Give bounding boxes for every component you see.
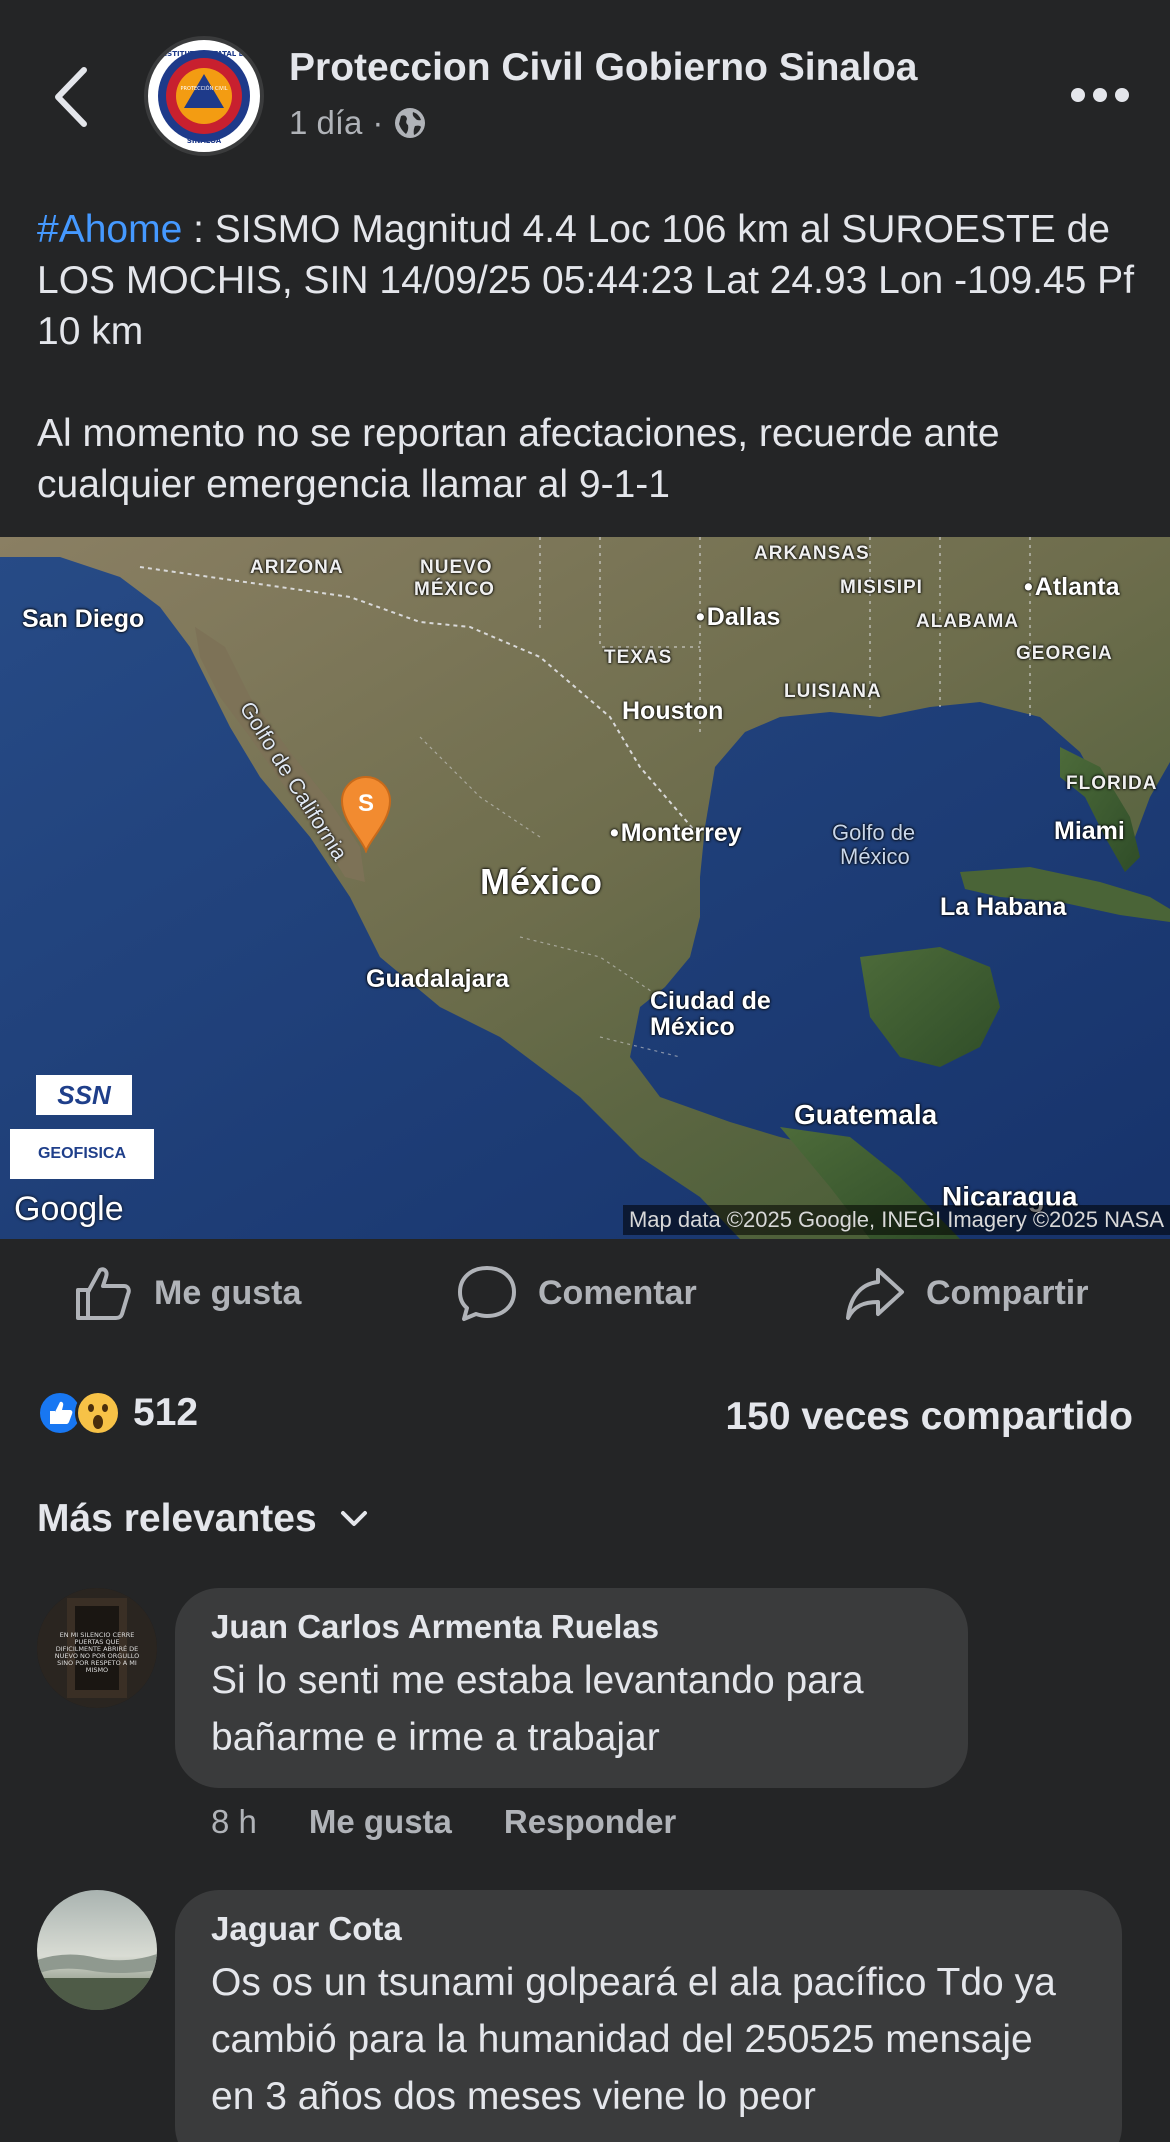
label-monterrey: Monterrey xyxy=(610,819,742,848)
share-label: Compartir xyxy=(926,1273,1089,1312)
sort-label: Más relevantes xyxy=(37,1497,317,1540)
post-meta: 1 día · xyxy=(289,104,427,142)
share-button[interactable]: Compartir xyxy=(844,1262,1088,1324)
label-houston: Houston xyxy=(622,697,724,725)
shares-count[interactable]: 150 veces compartido xyxy=(725,1395,1133,1439)
label-alabama: ALABAMA xyxy=(916,611,1020,632)
comment-button[interactable]: Comentar xyxy=(456,1262,697,1324)
label-mexico-country: México xyxy=(480,861,603,902)
comment-bubble-icon xyxy=(458,1266,516,1321)
geofisica-logo: GEOFISICA xyxy=(10,1129,154,1179)
reactions-summary[interactable]: 512 xyxy=(37,1390,198,1436)
comment-author[interactable]: Jaguar Cota xyxy=(211,1910,1086,1948)
label-guadalajara: Guadalajara xyxy=(366,965,510,993)
like-button[interactable]: Me gusta xyxy=(72,1262,301,1324)
back-chevron-icon[interactable] xyxy=(48,62,94,132)
comment-reply-button[interactable]: Responder xyxy=(504,1803,676,1841)
label-nuevo-mexico-1: NUEVO xyxy=(420,557,493,578)
label-la-habana: La Habana xyxy=(940,893,1067,921)
reaction-count: 512 xyxy=(133,1391,199,1434)
action-bar: Me gusta Comentar Compartir xyxy=(0,1262,1170,1338)
wow-reaction-icon xyxy=(75,1390,121,1436)
svg-text:S: S xyxy=(358,790,374,817)
avatar-image xyxy=(37,1890,157,2010)
comment-sort-dropdown[interactable]: Más relevantes xyxy=(37,1497,369,1541)
map-image[interactable]: ARIZONA NUEVO MÉXICO ARKANSAS MISISIPI A… xyxy=(0,537,1170,1239)
comment-author[interactable]: Juan Carlos Armenta Ruelas xyxy=(211,1608,932,1646)
ssn-logo: SSN xyxy=(36,1075,132,1115)
post-text-line1: : SISMO Magnitud 4.4 Loc 106 km al SUROE… xyxy=(37,208,1135,353)
label-atlanta: Atlanta xyxy=(1024,573,1120,602)
globe-icon xyxy=(395,108,426,138)
post-time[interactable]: 1 día xyxy=(289,104,362,142)
label-cdmx-2: México xyxy=(650,1013,735,1041)
proteccion-civil-logo: INSTITUTO ESTATAL DE PROTECCIÓN CIVIL SI… xyxy=(150,42,258,150)
svg-text:SINALOA: SINALOA xyxy=(187,137,222,145)
label-florida: FLORIDA xyxy=(1066,773,1158,794)
more-options-icon[interactable] xyxy=(1070,84,1130,106)
label-nuevo-mexico-2: MÉXICO xyxy=(414,579,495,600)
comment-text: Os os un tsunami golpeará el ala pacífic… xyxy=(211,1961,1056,2118)
label-texas: TEXAS xyxy=(604,647,673,668)
post-header: INSTITUTO ESTATAL DE PROTECCIÓN CIVIL SI… xyxy=(0,0,1170,190)
label-luisiana: LUISIANA xyxy=(784,681,882,702)
label-misisipi: MISISIPI xyxy=(840,577,923,598)
post-paragraph-2: Al momento no se reportan afectaciones, … xyxy=(37,412,1000,506)
svg-text:INSTITUTO ESTATAL DE: INSTITUTO ESTATAL DE xyxy=(159,50,250,58)
comment-bubble[interactable]: Jaguar Cota Os os un tsunami golpeará el… xyxy=(175,1890,1122,2142)
avatar-image: EN MI SILENCIO CERRE PUERTAS QUE DIFICIL… xyxy=(37,1588,157,1708)
label-golfo-mexico-1: Golfo de xyxy=(832,820,916,845)
svg-text:PROTECCIÓN CIVIL: PROTECCIÓN CIVIL xyxy=(180,85,227,92)
hashtag-link[interactable]: #Ahome xyxy=(37,208,182,251)
share-arrow-icon xyxy=(846,1268,904,1320)
epicenter-marker-icon[interactable]: S xyxy=(338,773,394,853)
label-san-diego: San Diego xyxy=(22,605,145,633)
thumbs-up-icon xyxy=(76,1267,131,1320)
post-body: #Ahome : SISMO Magnitud 4.4 Loc 106 km a… xyxy=(37,204,1137,561)
like-label: Me gusta xyxy=(154,1273,302,1312)
comment-bubble[interactable]: Juan Carlos Armenta Ruelas Si lo senti m… xyxy=(175,1588,968,1788)
label-miami: Miami xyxy=(1054,817,1125,845)
comment-label: Comentar xyxy=(538,1273,697,1312)
label-golfo-mexico-2: México xyxy=(840,844,910,869)
page-avatar[interactable]: INSTITUTO ESTATAL DE PROTECCIÓN CIVIL SI… xyxy=(144,36,264,156)
page-name[interactable]: Proteccion Civil Gobierno Sinaloa xyxy=(289,46,917,90)
label-arizona: ARIZONA xyxy=(250,557,344,578)
comment-avatar[interactable]: EN MI SILENCIO CERRE PUERTAS QUE DIFICIL… xyxy=(37,1588,157,1708)
map-attribution: Map data ©2025 Google, INEGI Imagery ©20… xyxy=(622,1205,1170,1235)
meta-separator: · xyxy=(372,104,384,141)
post-paragraph-1: #Ahome : SISMO Magnitud 4.4 Loc 106 km a… xyxy=(37,204,1137,357)
comment-meta: 8 h Me gusta Responder xyxy=(211,1803,676,1841)
comment-like-button[interactable]: Me gusta xyxy=(309,1803,452,1841)
google-logo: Google xyxy=(14,1190,124,1228)
label-dallas: Dallas xyxy=(696,603,781,632)
comment-text: Si lo senti me estaba levantando para ba… xyxy=(211,1659,864,1759)
comment-time[interactable]: 8 h xyxy=(211,1803,257,1841)
label-georgia: GEORGIA xyxy=(1016,643,1113,664)
label-arkansas: ARKANSAS xyxy=(754,543,870,564)
chevron-down-icon xyxy=(340,1511,367,1526)
label-cdmx-1: Ciudad de xyxy=(650,987,771,1015)
comment-avatar[interactable] xyxy=(37,1890,157,2010)
label-guatemala: Guatemala xyxy=(794,1099,938,1130)
